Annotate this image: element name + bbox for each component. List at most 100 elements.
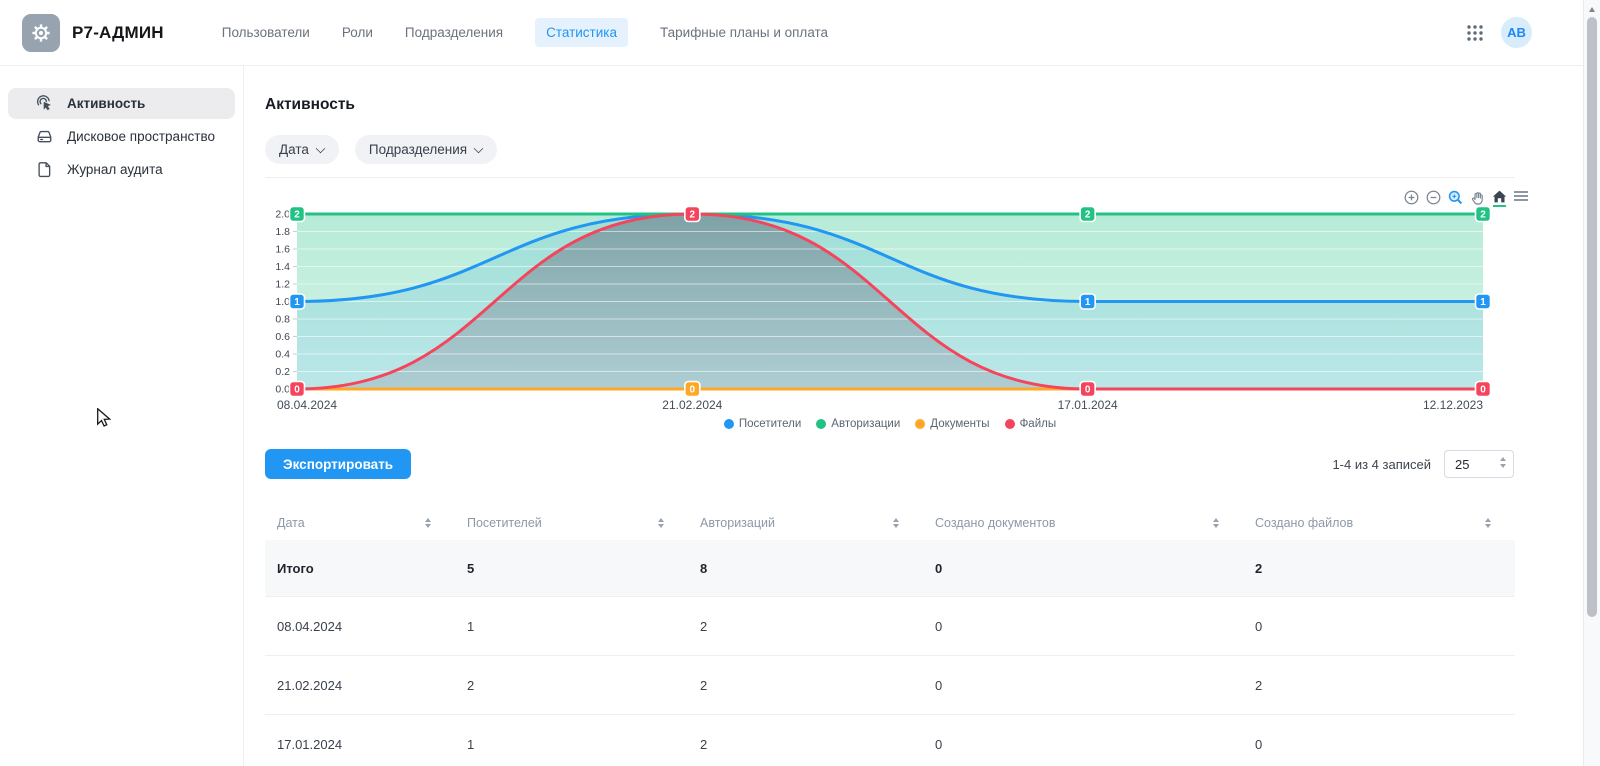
chart-legend: Посетители Авторизации Документы Файлы xyxy=(265,418,1515,430)
pan-icon[interactable] xyxy=(1468,189,1486,207)
table-cell: 0 xyxy=(935,561,1255,576)
svg-text:12.12.2023: 12.12.2023 xyxy=(1423,398,1483,412)
table-cell: Итого xyxy=(277,561,467,576)
page-size-value: 25 xyxy=(1455,457,1469,472)
activity-table: Дата Посетителей Авторизаций Создано докуме… xyxy=(265,506,1515,766)
table-cell: 08.04.2024 xyxy=(277,619,467,634)
nav-tab-5[interactable]: Тарифные планы и оплата xyxy=(660,18,828,47)
filter-dropdown-2[interactable]: Подразделения xyxy=(355,135,497,164)
sort-icon[interactable] xyxy=(658,518,664,528)
app-title: Р7-АДМИН xyxy=(72,23,164,43)
activity-click-icon xyxy=(35,94,54,113)
svg-text:1: 1 xyxy=(1480,297,1486,308)
legend-item-2[interactable]: Авторизации xyxy=(816,418,900,430)
legend-item-3[interactable]: Документы xyxy=(915,418,989,430)
legend-dot-icon xyxy=(915,419,925,429)
header-actions: АВ xyxy=(1466,17,1532,48)
sidebar-item-label: Журнал аудита xyxy=(67,162,163,177)
svg-text:0.2: 0.2 xyxy=(275,366,290,378)
column-header-label: Дата xyxy=(277,516,305,530)
page-size-select[interactable]: 25 xyxy=(1444,450,1514,478)
svg-text:1.8: 1.8 xyxy=(275,226,290,238)
table-cell: 1 xyxy=(467,619,700,634)
records-count: 1-4 из 4 записей xyxy=(1332,457,1431,472)
table-row-3: 17.01.20241200 xyxy=(265,714,1515,766)
sort-icon[interactable] xyxy=(893,518,899,528)
sort-icon[interactable] xyxy=(1485,518,1491,528)
zoom-out-icon[interactable] xyxy=(1424,189,1442,207)
nav-tab-2[interactable]: Роли xyxy=(342,18,373,47)
sidebar-item-1[interactable]: Активность xyxy=(8,88,235,119)
column-header-4[interactable]: Создано документов xyxy=(935,516,1255,530)
page-title: Активность xyxy=(265,96,355,114)
sidebar-item-label: Активность xyxy=(67,96,145,111)
gear-icon xyxy=(29,21,53,45)
column-header-label: Авторизаций xyxy=(700,516,775,530)
svg-text:0.8: 0.8 xyxy=(275,313,290,325)
box-zoom-icon[interactable] xyxy=(1446,189,1464,207)
column-header-2[interactable]: Посетителей xyxy=(467,516,700,530)
svg-text:0: 0 xyxy=(690,385,696,396)
column-header-5[interactable]: Создано файлов xyxy=(1255,516,1503,530)
nav-tab-1[interactable]: Пользователи xyxy=(222,18,310,47)
legend-label: Посетители xyxy=(739,418,801,430)
column-header-1[interactable]: Дата xyxy=(277,516,467,530)
table-cell: 0 xyxy=(1255,619,1503,634)
apps-grid-icon[interactable] xyxy=(1466,24,1484,42)
column-header-label: Посетителей xyxy=(467,516,542,530)
svg-text:2: 2 xyxy=(1480,210,1486,221)
app-header: Р7-АДМИН Пользователи Роли Подразделения Ст… xyxy=(0,0,1600,66)
svg-text:1.6: 1.6 xyxy=(275,243,290,255)
table-cell: 5 xyxy=(467,561,700,576)
nav-tab-4[interactable]: Статистика xyxy=(535,18,628,47)
svg-text:0: 0 xyxy=(1085,385,1091,396)
table-cell: 0 xyxy=(935,737,1255,752)
table-cell: 2 xyxy=(700,619,935,634)
legend-item-1[interactable]: Посетители xyxy=(724,418,801,430)
svg-text:0: 0 xyxy=(1480,385,1486,396)
table-cell: 0 xyxy=(1255,737,1503,752)
svg-text:0: 0 xyxy=(294,385,300,396)
column-header-label: Создано документов xyxy=(935,516,1055,530)
sort-icon[interactable] xyxy=(1213,518,1219,528)
table-row-1: 08.04.20241200 xyxy=(265,596,1515,655)
content-divider xyxy=(265,177,1515,178)
svg-text:1: 1 xyxy=(294,297,300,308)
column-header-label: Создано файлов xyxy=(1255,516,1353,530)
table-cell: 2 xyxy=(467,678,700,693)
table-header-row: Дата Посетителей Авторизаций Создано докуме… xyxy=(265,506,1515,540)
filter-dropdown-1[interactable]: Дата xyxy=(265,135,339,164)
zoom-in-icon[interactable] xyxy=(1402,189,1420,207)
table-cell: 2 xyxy=(700,678,935,693)
menu-icon[interactable] xyxy=(1512,189,1530,207)
app-logo[interactable] xyxy=(22,14,60,52)
sidebar-item-2[interactable]: Дисковое пространство xyxy=(8,121,235,152)
svg-text:2: 2 xyxy=(690,210,696,221)
chevron-down-icon xyxy=(474,143,484,153)
svg-text:1: 1 xyxy=(1085,297,1091,308)
sidebar-item-3[interactable]: Журнал аудита xyxy=(8,154,235,185)
legend-dot-icon xyxy=(816,419,826,429)
filter-bar: Дата Подразделения xyxy=(265,135,497,164)
page-scrollbar[interactable] xyxy=(1583,0,1600,766)
svg-text:0.4: 0.4 xyxy=(275,348,290,360)
app-root: Р7-АДМИН Пользователи Роли Подразделения Ст… xyxy=(0,0,1600,766)
nav-tab-3[interactable]: Подразделения xyxy=(405,18,503,47)
scrollbar-up-arrow-icon[interactable] xyxy=(1589,7,1595,12)
activity-chart[interactable]: 0.00.20.40.60.81.01.21.41.61.82.01112220… xyxy=(265,206,1515,418)
home-icon[interactable] xyxy=(1490,189,1508,207)
legend-dot-icon xyxy=(1005,419,1015,429)
svg-text:1.4: 1.4 xyxy=(275,261,290,273)
table-cell: 21.02.2024 xyxy=(277,678,467,693)
audit-log-icon xyxy=(35,160,54,179)
avatar[interactable]: АВ xyxy=(1501,17,1532,48)
export-button[interactable]: Экспортировать xyxy=(265,449,411,479)
scrollbar-thumb[interactable] xyxy=(1587,17,1597,617)
column-header-3[interactable]: Авторизаций xyxy=(700,516,935,530)
sort-icon[interactable] xyxy=(425,518,431,528)
svg-text:21.02.2024: 21.02.2024 xyxy=(662,398,722,412)
legend-item-4[interactable]: Файлы xyxy=(1005,418,1057,430)
legend-label: Авторизации xyxy=(831,418,900,430)
legend-label: Файлы xyxy=(1020,418,1057,430)
disk-space-icon xyxy=(35,127,54,146)
